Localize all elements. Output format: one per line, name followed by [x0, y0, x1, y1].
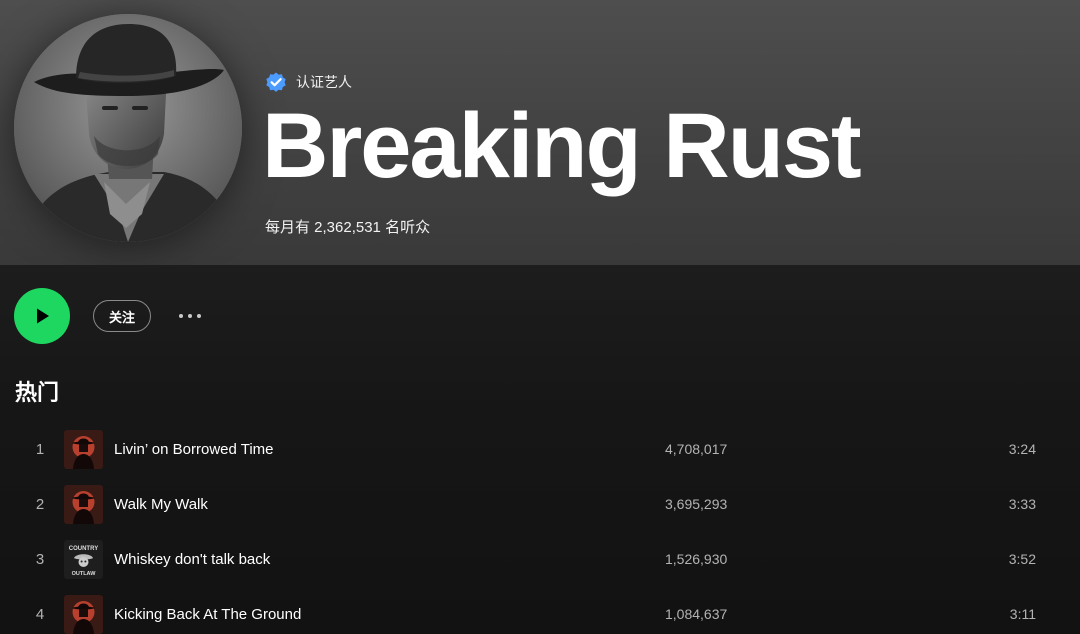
monthly-listeners: 每月有 2,362,531 名听众: [265, 219, 431, 236]
track-title: Whiskey don't talk back: [114, 551, 271, 568]
track-title: Livin’ on Borrowed Time: [114, 441, 274, 458]
track-number: 3: [35, 551, 45, 568]
verified-artist-row: 认证艺人: [264, 70, 352, 94]
artist-content: 关注 热门 1 Livin’ on Borrowed Time 4,708,01…: [0, 265, 1080, 634]
artist-page: 认证艺人 Breaking Rust 每月有 2,362,531 名听众 关注 …: [0, 0, 1080, 634]
track-plays: 1,526,930: [665, 551, 728, 567]
verified-label: 认证艺人: [296, 74, 352, 90]
artist-avatar: [14, 14, 242, 242]
artist-name: Breaking Rust: [262, 95, 862, 197]
svg-text:OUTLAW: OUTLAW: [72, 571, 97, 577]
svg-text:COUNTRY: COUNTRY: [69, 546, 98, 552]
artist-header: 认证艺人 Breaking Rust 每月有 2,362,531 名听众: [0, 0, 1080, 265]
verified-badge-icon: [266, 72, 286, 92]
track-row[interactable]: 2 Walk My Walk 3,695,293 3:33: [0, 477, 1080, 532]
track-art-cowboy-sunset-icon: [64, 430, 103, 469]
cowboy-portrait-icon: [14, 14, 242, 242]
track-duration: 3:11: [1009, 606, 1036, 622]
track-plays: 4,708,017: [665, 441, 728, 457]
track-number: 2: [35, 496, 45, 513]
track-row[interactable]: 1 Livin’ on Borrowed Time 4,708,017 3:24: [0, 422, 1080, 477]
follow-button[interactable]: 关注: [93, 300, 152, 332]
track-title: Kicking Back At The Ground: [114, 606, 302, 623]
track-duration: 3:52: [1008, 551, 1036, 567]
track-number: 1: [35, 441, 45, 458]
track-duration: 3:33: [1008, 496, 1036, 512]
track-art-cowboy-sunset-icon: [64, 485, 103, 524]
track-row[interactable]: 4 Kicking Back At The Ground 1,084,637 3…: [0, 587, 1080, 634]
more-options-icon[interactable]: [179, 308, 202, 324]
popular-section-title: 热门: [15, 380, 60, 405]
track-plays: 3,695,293: [665, 496, 728, 512]
play-icon: [37, 308, 49, 324]
track-row[interactable]: 3 COUNTRY OUTLAW Whiskey don't talk back…: [0, 532, 1080, 587]
play-button[interactable]: [14, 288, 70, 344]
action-bar: 关注: [14, 288, 202, 344]
track-plays: 1,084,637: [665, 606, 728, 622]
track-art-cowboy-sunset-icon: [64, 595, 103, 634]
track-number: 4: [35, 606, 45, 623]
popular-tracklist: 1 Livin’ on Borrowed Time 4,708,017 3:24: [0, 422, 1080, 634]
track-art-country-outlaw-icon: COUNTRY OUTLAW: [64, 540, 103, 579]
track-duration: 3:24: [1008, 441, 1036, 457]
track-title: Walk My Walk: [114, 496, 208, 513]
